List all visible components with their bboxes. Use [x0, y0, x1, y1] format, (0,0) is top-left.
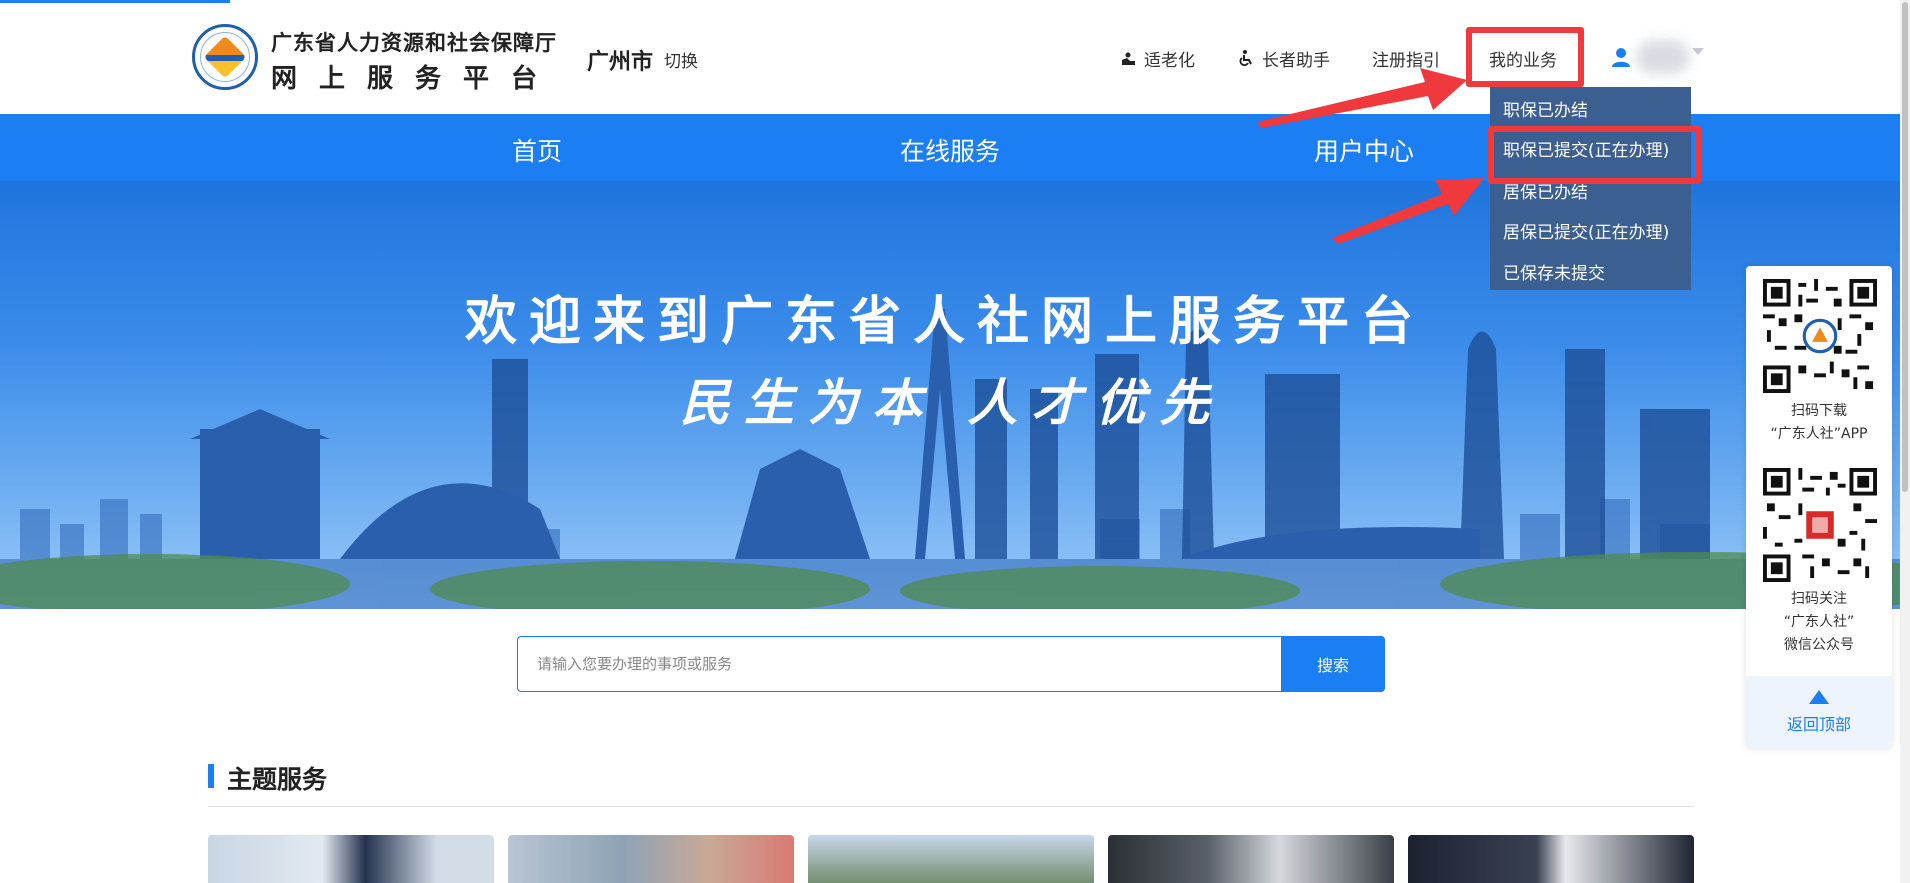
theme-services-title: 主题服务	[227, 765, 328, 794]
banner-slogan: 民生为本 人才优先	[680, 373, 1224, 432]
theme-service-card[interactable]	[1408, 835, 1694, 883]
wechat-qr-code-icon	[1763, 468, 1877, 582]
dropdown-item-employee-completed[interactable]: 职保已办结	[1503, 96, 1588, 121]
search-button[interactable]: 搜索	[1281, 636, 1385, 692]
my-business-dropdown: 职保已办结 职保已提交(正在办理) 居保已办结 居保已提交(正在办理) 已保存未…	[1490, 87, 1691, 290]
theme-service-card[interactable]	[1108, 835, 1394, 883]
wheelchair-icon	[1238, 50, 1254, 70]
platform-name: 网上服务平台	[271, 64, 560, 94]
theme-service-card[interactable]	[808, 835, 1094, 883]
city-skyline-illustration	[0, 309, 1910, 609]
nav-user-center[interactable]: 用户中心	[1314, 132, 1414, 168]
scrollbar-thumb[interactable]	[1902, 2, 1908, 492]
wechat-qr-caption-line2: “广东人社”	[1783, 614, 1855, 630]
elder-mode-label: 适老化	[1144, 51, 1195, 71]
back-to-top-label: 返回顶部	[1786, 715, 1851, 734]
floating-qr-panel: 扫码下载 “广东人社”APP 扫码关注 “广东人社” 微信公众号 返回顶部	[1746, 266, 1892, 748]
page-load-progress	[0, 0, 230, 3]
app-qr-caption: 扫码下载 “广东人社”APP	[1746, 400, 1892, 446]
org-name: 广东省人力资源和社会保障厅	[271, 31, 557, 55]
dropdown-item-resident-submitted[interactable]: 居保已提交(正在办理)	[1503, 218, 1669, 243]
switch-city-link[interactable]: 切换	[664, 47, 698, 72]
nav-home[interactable]: 首页	[512, 132, 562, 168]
theme-service-card[interactable]	[508, 835, 794, 883]
back-to-top-button[interactable]: 返回顶部	[1746, 676, 1892, 748]
section-accent-bar	[208, 764, 214, 788]
annotation-arrow-icon	[1257, 68, 1467, 128]
theme-service-card[interactable]	[208, 835, 494, 883]
search-input[interactable]	[517, 636, 1281, 692]
elder-mode-link[interactable]: 适老化	[1120, 46, 1195, 71]
user-name-blurred[interactable]	[1636, 40, 1690, 74]
annotation-box-dropdown-item	[1488, 126, 1701, 184]
arrow-up-icon	[1809, 690, 1829, 704]
app-qr-caption-line2: “广东人社”APP	[1770, 426, 1868, 442]
current-city: 广州市	[587, 50, 654, 75]
wechat-qr-caption-line1: 扫码关注	[1791, 591, 1847, 607]
hrss-logo[interactable]	[192, 24, 258, 90]
section-divider	[208, 806, 1694, 807]
app-qr-code-icon	[1763, 279, 1877, 393]
wechat-qr-caption: 扫码关注 “广东人社” 微信公众号	[1746, 588, 1892, 657]
annotation-arrow-icon	[1332, 178, 1484, 244]
nav-online-service[interactable]: 在线服务	[900, 132, 1000, 168]
app-qr-caption-line1: 扫码下载	[1791, 403, 1847, 419]
user-avatar-icon[interactable]	[1611, 47, 1631, 67]
elder-mode-icon	[1120, 52, 1136, 70]
dropdown-item-saved-not-submitted[interactable]: 已保存未提交	[1503, 259, 1605, 284]
chevron-down-icon[interactable]	[1692, 48, 1704, 55]
banner-title: 欢迎来到广东省人社网上服务平台	[464, 292, 1425, 352]
annotation-box-my-business	[1466, 27, 1584, 87]
wechat-qr-caption-line3: 微信公众号	[1784, 637, 1854, 653]
